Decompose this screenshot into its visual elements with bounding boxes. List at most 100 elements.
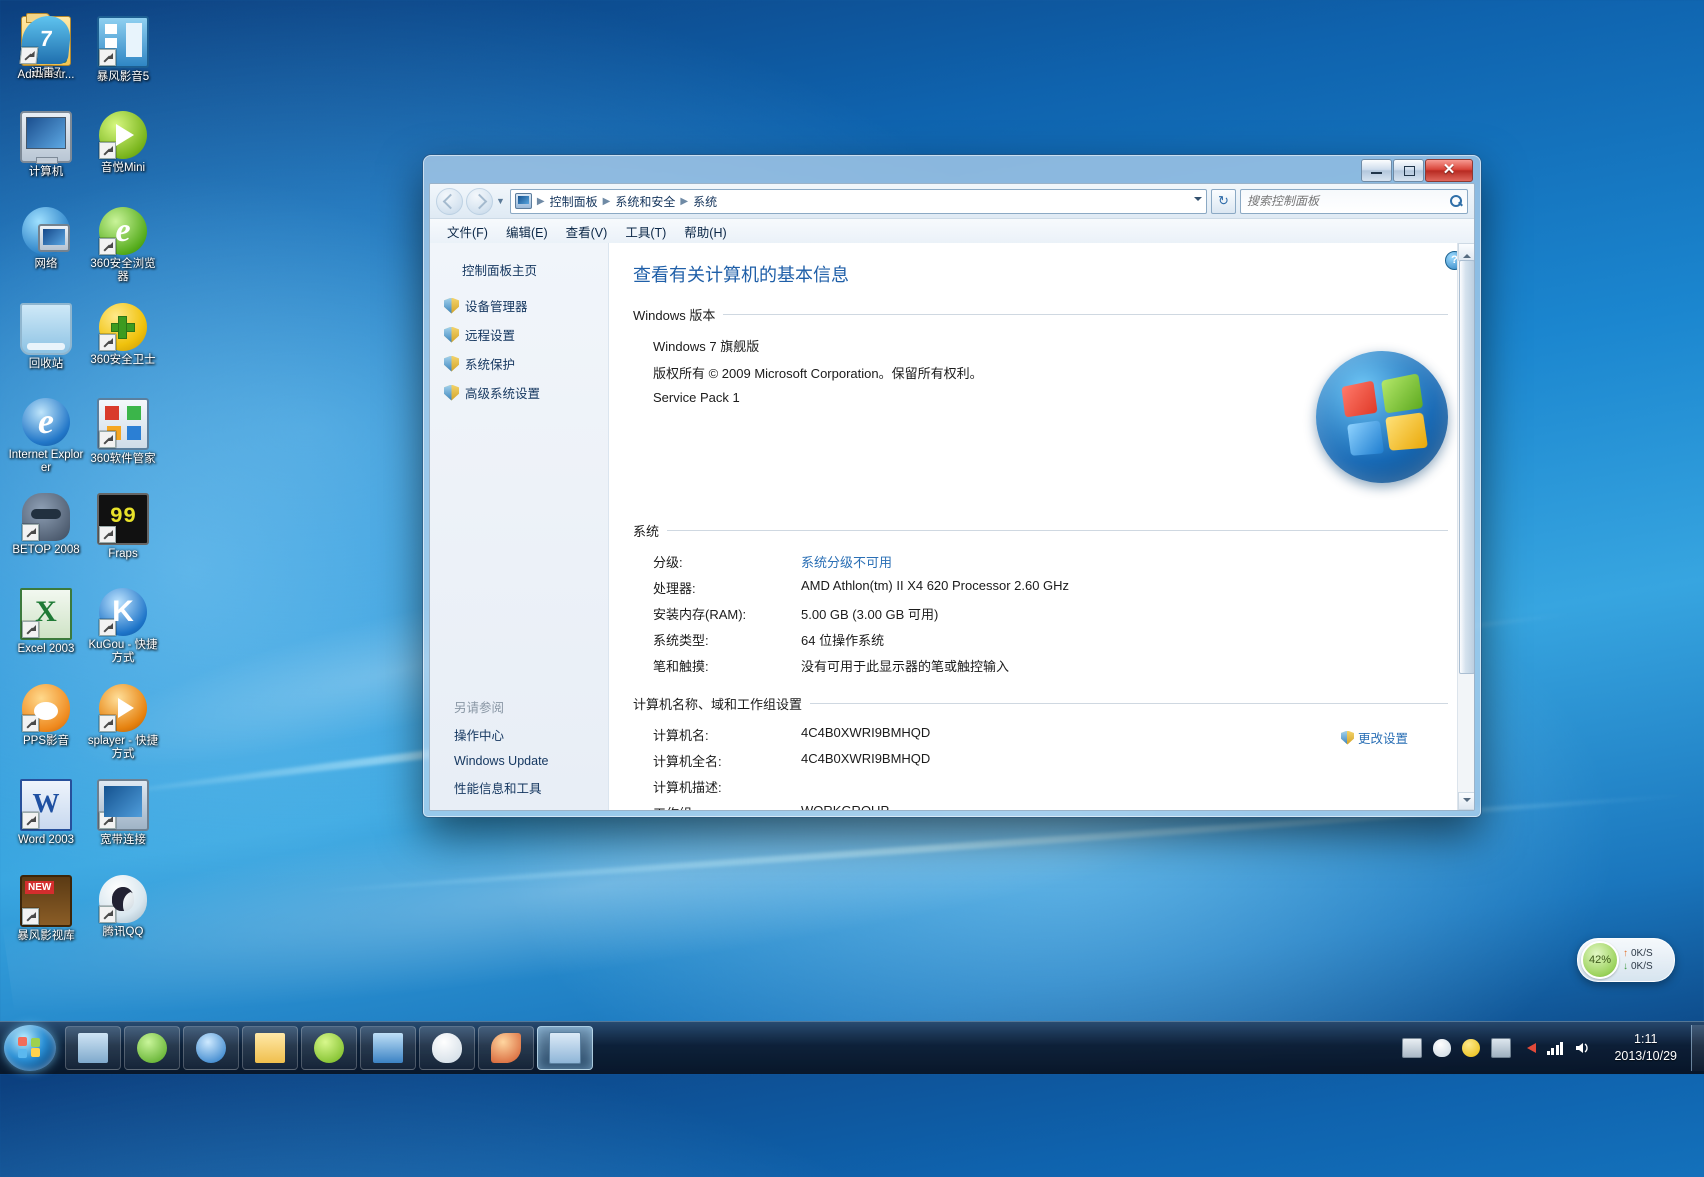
- desktop-icon-kugou-icon[interactable]: KuGou - 快捷方式: [85, 588, 161, 665]
- desktop-icon-label: Word 2003: [17, 834, 75, 846]
- see-also-link-0[interactable]: 操作中心: [430, 720, 608, 749]
- breadcrumb-separator: ▶: [536, 195, 545, 207]
- address-bar[interactable]: ▶ 控制面板 ▶ 系统和安全 ▶ 系统: [509, 188, 1207, 214]
- thunder-download-icon: [19, 16, 73, 64]
- info-row: 处理器: AMD Athlon(tm) II X4 620 Processor 2…: [631, 574, 1448, 600]
- minimize-button[interactable]: [1361, 159, 1392, 182]
- main-inner: 查看有关计算机的基本信息 Windows 版本 Windows 7 旗舰版 版权所有…: [609, 243, 1474, 810]
- taskbar-qq[interactable]: [419, 1026, 475, 1070]
- desktop-icon-label: 暴风影音5: [96, 71, 150, 83]
- taskbar-system-window-icon: [549, 1032, 581, 1064]
- desktop-icon-360-safeguard-icon[interactable]: 360安全卫士: [85, 303, 161, 367]
- desktop-icon-pps-player-icon[interactable]: PPS影音: [8, 684, 84, 748]
- menu-item-3[interactable]: 工具(T): [616, 219, 675, 244]
- breadcrumb-item-1[interactable]: 系统和安全: [612, 192, 678, 211]
- breadcrumb-separator: ▶: [680, 195, 689, 207]
- excel-icon: [20, 588, 72, 640]
- quicklaunch-360[interactable]: [124, 1026, 180, 1070]
- desktop-icon-word-icon[interactable]: Word 2003: [8, 779, 84, 847]
- refresh-button[interactable]: ↻: [1211, 188, 1236, 214]
- upload-arrow-icon: ↑: [1623, 948, 1628, 959]
- tray-volume-mute-icon[interactable]: [1522, 1043, 1536, 1053]
- section-heading: 计算机名称、域和工作组设置: [633, 697, 803, 712]
- scroll-down-button[interactable]: [1458, 792, 1474, 810]
- desktop-icon-betop-gamepad-icon[interactable]: BETOP 2008: [8, 493, 84, 557]
- info-key: 分级:: [653, 554, 683, 570]
- kugou-icon: [99, 588, 147, 636]
- 360-safeguard-icon: [99, 303, 147, 351]
- sidebar-item-0[interactable]: 设备管理器: [430, 291, 608, 320]
- desktop-icon-360-software-manager-icon[interactable]: 360软件管家: [85, 398, 161, 466]
- info-value: 没有可用于此显示器的笔或触控输入: [801, 658, 1010, 674]
- taskbar-internet-explorer[interactable]: [183, 1026, 239, 1070]
- sidebar-item-3[interactable]: 高级系统设置: [430, 378, 608, 407]
- vertical-scrollbar[interactable]: [1457, 243, 1474, 810]
- info-value: 64 位操作系统: [801, 632, 885, 648]
- tray-360-icon[interactable]: [1461, 1039, 1480, 1057]
- desktop-icon-360-browser-icon[interactable]: 360安全浏览器: [85, 207, 161, 284]
- search-input[interactable]: [1245, 193, 1449, 209]
- desktop-icon-thunder-download-icon[interactable]: 迅雷7: [8, 16, 84, 80]
- taskbar-paint-icon: [491, 1033, 521, 1063]
- menu-item-2[interactable]: 查看(V): [557, 219, 617, 244]
- search-icon[interactable]: [1449, 194, 1463, 208]
- sidebar-item-control-panel-home[interactable]: 控制面板主页: [430, 257, 608, 291]
- tray-network-icon[interactable]: [1546, 1041, 1564, 1055]
- shortcut-overlay-icon: [22, 524, 39, 541]
- scrollbar-thumb[interactable]: [1459, 260, 1474, 674]
- network-speed-widget[interactable]: 42% ↑ 0K/S ↓ 0K/S: [1577, 938, 1675, 982]
- desktop-icon-storm-player-icon[interactable]: 暴风影音5: [85, 16, 161, 84]
- recent-pages-dropdown[interactable]: ▼: [496, 196, 505, 206]
- menu-item-4[interactable]: 帮助(H): [675, 219, 735, 244]
- desktop-icon-yinyue-mini-icon[interactable]: 音悦Mini: [85, 111, 161, 175]
- menu-item-0[interactable]: 文件(F): [438, 219, 497, 244]
- scroll-up-button[interactable]: [1458, 243, 1474, 261]
- desktop-icon-broadband-connection-icon[interactable]: 宽带连接: [85, 779, 161, 847]
- info-row: 计算机名: 4C4B0XWRI9BMHQD: [631, 721, 1448, 747]
- info-value[interactable]: 系统分级不可用: [801, 552, 1448, 571]
- show-desktop-button[interactable]: [1691, 1025, 1704, 1071]
- menu-bar: 文件(F) 编辑(E) 查看(V) 工具(T) 帮助(H): [430, 219, 1474, 245]
- desktop-icon-excel-icon[interactable]: Excel 2003: [8, 588, 84, 656]
- see-also-link-1[interactable]: Windows Update: [430, 749, 608, 773]
- window-buttons: ✕: [1360, 159, 1473, 182]
- tray-qq-icon[interactable]: [1432, 1039, 1451, 1057]
- breadcrumb-item-2[interactable]: 系统: [690, 192, 720, 211]
- start-flag-icon: [18, 1037, 40, 1058]
- tray-security-icon[interactable]: [1490, 1038, 1511, 1058]
- search-box[interactable]: [1240, 188, 1468, 214]
- desktop-icon-tencent-qq-icon[interactable]: 腾讯QQ: [85, 875, 161, 939]
- section-rule: [723, 314, 1448, 315]
- see-also-link-2[interactable]: 性能信息和工具: [430, 773, 608, 802]
- change-settings-link[interactable]: 更改设置: [1340, 728, 1408, 747]
- start-button[interactable]: [4, 1025, 56, 1071]
- maximize-button[interactable]: [1393, 159, 1424, 182]
- desktop-icon-internet-explorer-icon[interactable]: Internet Explorer: [8, 398, 84, 475]
- back-button[interactable]: [436, 187, 463, 215]
- sidebar-item-2[interactable]: 系统保护: [430, 349, 608, 378]
- tray-keyboard-icon[interactable]: [1401, 1038, 1422, 1058]
- tray-speaker-icon[interactable]: [1574, 1039, 1592, 1057]
- system-control-panel-window[interactable]: ✕ ▼ ▶ 控制面板 ▶ 系统和安全 ▶ 系统 ↻ 搜索控制面板 文件(F) 编…: [423, 155, 1481, 817]
- info-key: 安装内存(RAM):: [653, 606, 747, 622]
- desktop-icon-splayer-icon[interactable]: splayer - 快捷方式: [85, 684, 161, 761]
- taskbar-system-window[interactable]: [537, 1026, 593, 1070]
- desktop-icon-storm-video-library-icon[interactable]: 暴风影视库: [8, 875, 84, 943]
- desktop-icon-network-icon[interactable]: 网络: [8, 207, 84, 271]
- taskbar-media-player[interactable]: [301, 1026, 357, 1070]
- desktop-icon-computer-icon[interactable]: 计算机: [8, 111, 84, 179]
- desktop-icon-recycle-bin-icon[interactable]: 回收站: [8, 303, 84, 371]
- forward-button[interactable]: [466, 187, 493, 215]
- taskbar-explorer[interactable]: [242, 1026, 298, 1070]
- quicklaunch-show-desktop[interactable]: [65, 1026, 121, 1070]
- taskbar-paint[interactable]: [478, 1026, 534, 1070]
- breadcrumb-item-0[interactable]: 控制面板: [547, 192, 601, 211]
- sidebar-item-label: 设备管理器: [465, 300, 528, 314]
- taskbar-window-app[interactable]: [360, 1026, 416, 1070]
- menu-item-1[interactable]: 编辑(E): [497, 219, 557, 244]
- sidebar-item-1[interactable]: 远程设置: [430, 320, 608, 349]
- taskbar-clock[interactable]: 1:11 2013/10/29: [1604, 1031, 1687, 1065]
- address-dropdown-icon[interactable]: [1194, 196, 1202, 205]
- desktop-icon-fraps-icon[interactable]: Fraps: [85, 493, 161, 561]
- close-button[interactable]: ✕: [1425, 159, 1473, 182]
